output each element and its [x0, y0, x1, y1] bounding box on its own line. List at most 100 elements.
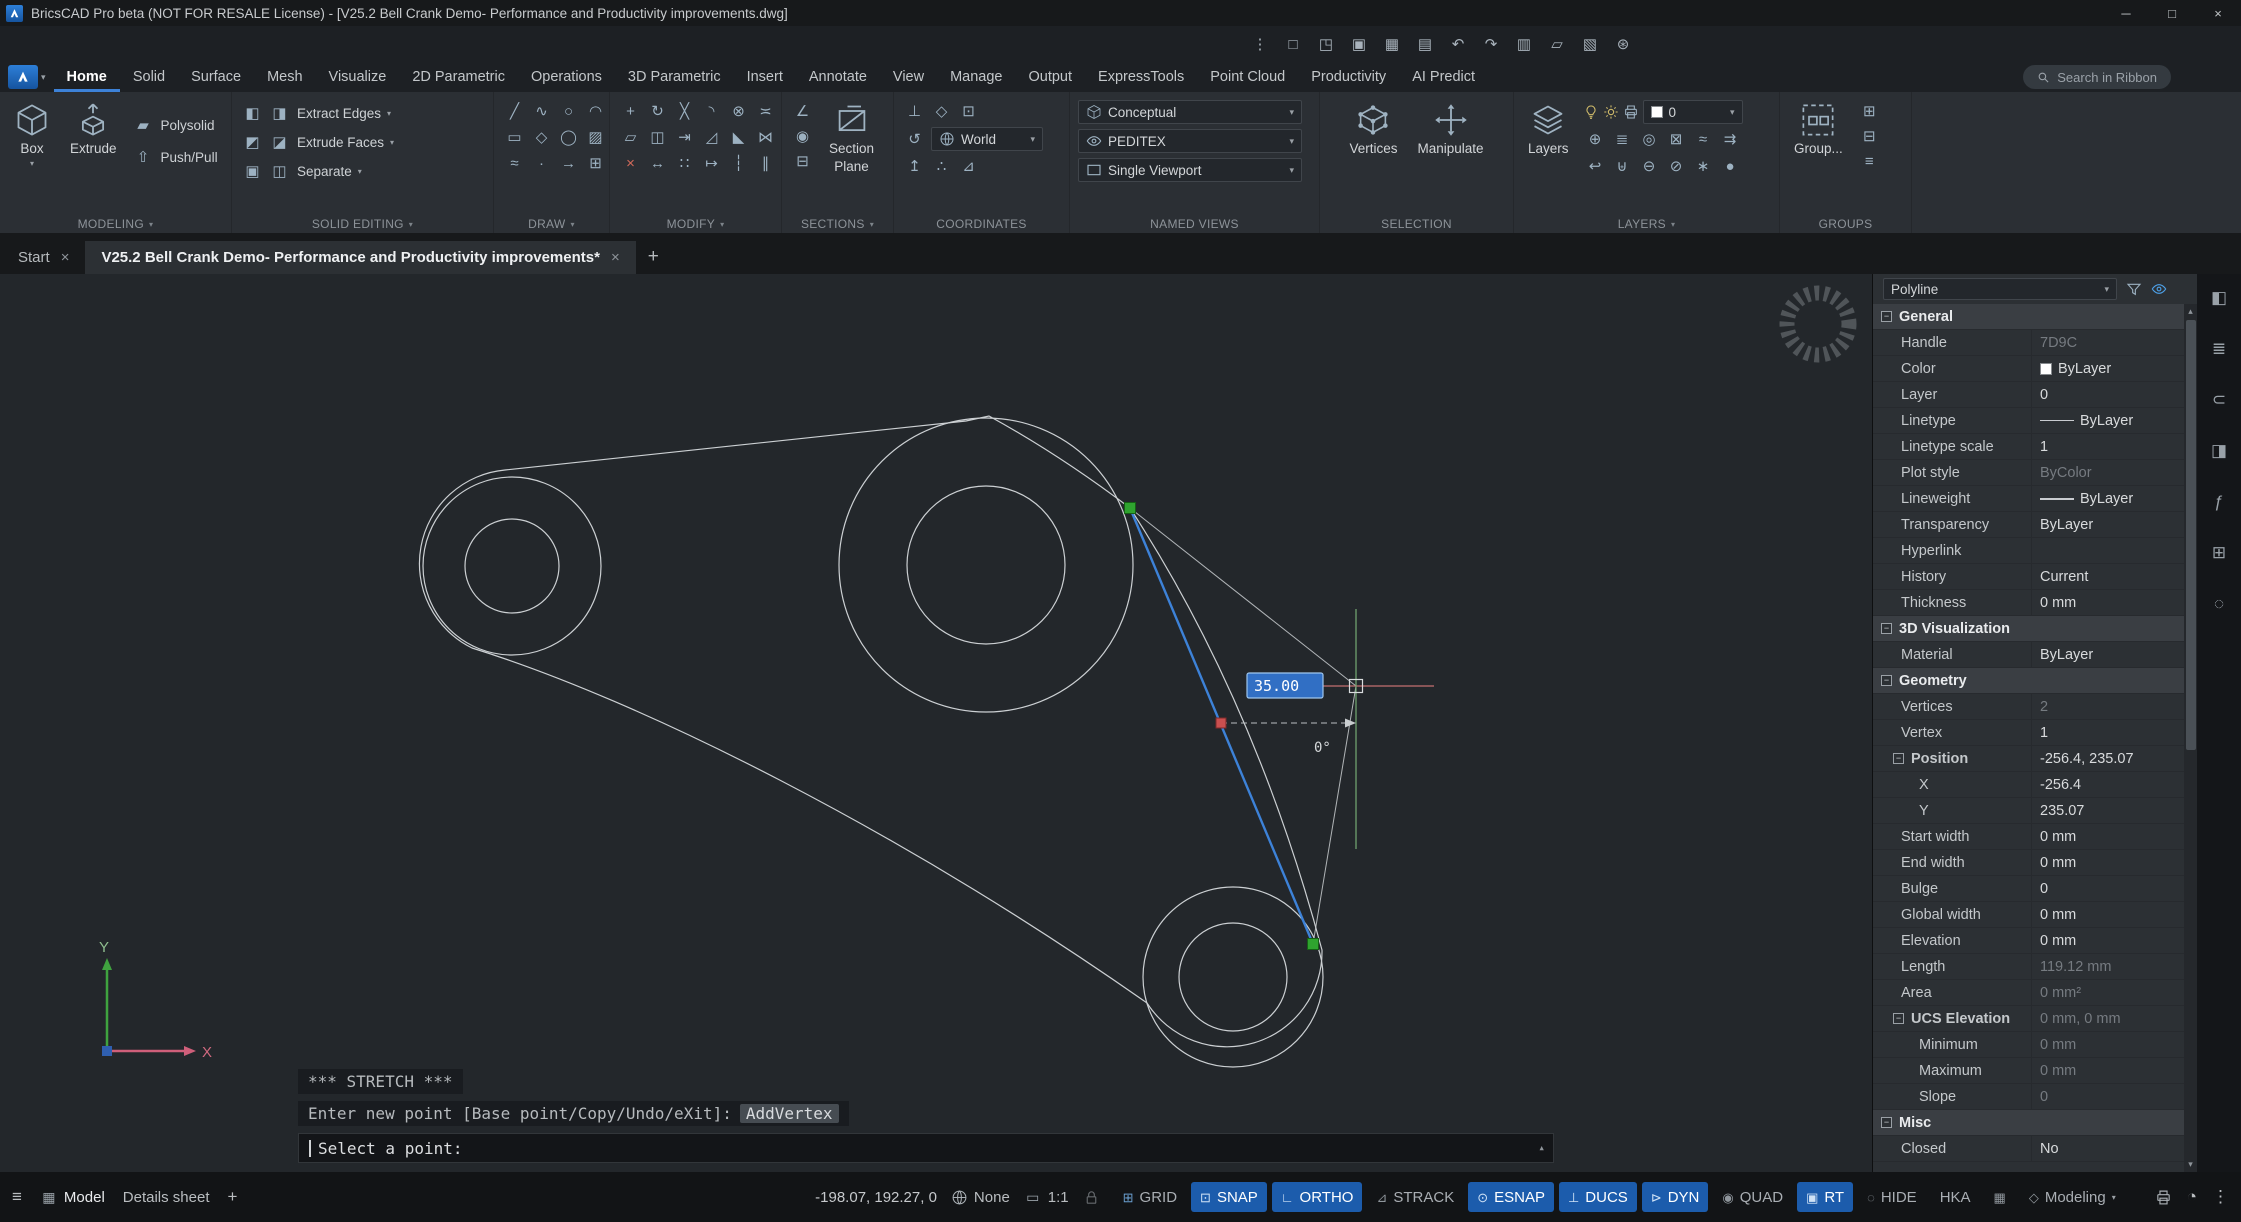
- layer-combo[interactable]: 0 ▾: [1643, 100, 1743, 124]
- tab-insert[interactable]: Insert: [734, 62, 796, 92]
- property-row-ucs-elevation[interactable]: −UCS Elevation0 mm, 0 mm: [1873, 1006, 2184, 1032]
- section-plane-button[interactable]: Section Plane: [823, 100, 880, 176]
- property-row-position[interactable]: −Position-256.4, 235.07: [1873, 746, 2184, 772]
- grip-start[interactable]: [1125, 503, 1136, 514]
- ucs-entity-icon[interactable]: ⊿: [956, 155, 981, 178]
- pushpull-button[interactable]: ⇧Push/Pull: [131, 146, 218, 169]
- ucs-face-icon[interactable]: ◇: [929, 100, 954, 123]
- property-row-y[interactable]: Y235.07: [1873, 798, 2184, 824]
- fields-panel-icon[interactable]: ƒ: [2204, 488, 2234, 514]
- rectangle-icon[interactable]: ▭: [502, 126, 527, 149]
- property-row-end-width[interactable]: End width0 mm: [1873, 850, 2184, 876]
- rotate-icon[interactable]: ↻: [645, 100, 670, 123]
- sun-icon[interactable]: [1603, 104, 1619, 120]
- layer-walk-icon[interactable]: ⇉: [1718, 128, 1743, 151]
- redo-icon[interactable]: ↷: [1481, 34, 1501, 54]
- property-row-material[interactable]: MaterialByLayer: [1873, 642, 2184, 668]
- hatch-icon[interactable]: ▨: [583, 126, 608, 149]
- move-icon[interactable]: +: [618, 100, 643, 123]
- property-row-area[interactable]: Area0 mm²: [1873, 980, 2184, 1006]
- property-section-misc[interactable]: −Misc: [1873, 1110, 2184, 1136]
- ungroup-icon[interactable]: ⊟: [1857, 125, 1882, 148]
- collapse-icon[interactable]: −: [1881, 1117, 1892, 1128]
- offset-icon[interactable]: ≍: [753, 100, 778, 123]
- polysolid-button[interactable]: ▰Polysolid: [131, 114, 218, 137]
- properties-panel-icon[interactable]: ◧: [2204, 284, 2234, 310]
- intersect-icon[interactable]: ◩: [240, 131, 265, 154]
- slice-icon[interactable]: ◪: [267, 131, 292, 154]
- tab-output[interactable]: Output: [1016, 62, 1086, 92]
- trim-icon[interactable]: ╳: [672, 100, 697, 123]
- visual-style-combo[interactable]: Conceptual▾: [1078, 100, 1302, 124]
- align-icon[interactable]: ∥: [753, 152, 778, 175]
- group-label-solid-editing[interactable]: SOLID EDITING▾: [232, 217, 493, 231]
- extrude-faces-button[interactable]: Extrude Faces▾: [297, 135, 394, 150]
- toggle-quad[interactable]: ◉QUAD: [1713, 1182, 1792, 1212]
- layer-off-icon[interactable]: ⊘: [1664, 155, 1689, 178]
- layer-isolate-icon[interactable]: ◎: [1637, 128, 1662, 151]
- close-tab-icon[interactable]: ×: [611, 249, 620, 266]
- table-icon[interactable]: ⊞: [583, 152, 608, 175]
- shell-icon[interactable]: ▣: [240, 160, 265, 183]
- group-label-groups[interactable]: GROUPS: [1780, 217, 1911, 231]
- property-row-color[interactable]: ColorByLayer: [1873, 356, 2184, 382]
- tab-surface[interactable]: Surface: [178, 62, 254, 92]
- tab-ai-predict[interactable]: AI Predict: [1399, 62, 1488, 92]
- arc-icon[interactable]: ◠: [583, 100, 608, 123]
- layer-state-icon[interactable]: ≣: [1610, 128, 1635, 151]
- explode-icon[interactable]: ⊗: [726, 100, 751, 123]
- bell-crank-geometry[interactable]: [419, 416, 1323, 1067]
- tab-productivity[interactable]: Productivity: [1298, 62, 1399, 92]
- attachments-panel-icon[interactable]: ⊂: [2204, 386, 2234, 412]
- break-icon[interactable]: ┆: [726, 152, 751, 175]
- ucs-icon[interactable]: ⊥: [902, 100, 927, 123]
- copy-icon[interactable]: ▱: [1547, 34, 1567, 54]
- tab-point-cloud[interactable]: Point Cloud: [1197, 62, 1298, 92]
- toggle-hide[interactable]: ◌HIDE: [1858, 1182, 1926, 1212]
- layer-freeze-icon[interactable]: ∗: [1691, 155, 1716, 178]
- scroll-up-icon[interactable]: ▴: [2184, 306, 2197, 317]
- group-button[interactable]: Group...: [1788, 100, 1849, 158]
- document-tab-start[interactable]: Start×: [2, 241, 85, 274]
- model-tab[interactable]: ▦Model: [40, 1188, 105, 1206]
- tab-visualize[interactable]: Visualize: [316, 62, 400, 92]
- lock-icon[interactable]: [1083, 1189, 1100, 1206]
- fillet-icon[interactable]: ◝: [699, 100, 724, 123]
- layers-panel-icon[interactable]: ≣: [2204, 335, 2234, 361]
- layers-button[interactable]: Layers: [1522, 100, 1575, 158]
- add-layout-button[interactable]: +: [228, 1187, 238, 1207]
- close-tab-icon[interactable]: ×: [61, 249, 70, 266]
- collapse-icon[interactable]: −: [1893, 753, 1904, 764]
- maximize-button[interactable]: □: [2149, 0, 2195, 26]
- toggle-rt[interactable]: ▣RT: [1797, 1182, 1853, 1212]
- close-button[interactable]: ×: [2195, 0, 2241, 26]
- union-icon[interactable]: ◧: [240, 102, 265, 125]
- property-section-3d-visualization[interactable]: −3D Visualization: [1873, 616, 2184, 642]
- scrollbar-thumb[interactable]: [2186, 320, 2196, 750]
- layer-on-icon[interactable]: ●: [1718, 155, 1743, 178]
- layer-previous-icon[interactable]: ↩: [1583, 155, 1608, 178]
- settings-icon[interactable]: ⊛: [1613, 34, 1633, 54]
- circle-icon[interactable]: ○: [556, 100, 581, 123]
- property-row-layer[interactable]: Layer0: [1873, 382, 2184, 408]
- ucs-view-icon[interactable]: ⊡: [956, 100, 981, 123]
- property-row-vertex[interactable]: Vertex1: [1873, 720, 2184, 746]
- manipulate-button[interactable]: Manipulate: [1411, 100, 1489, 158]
- tab-2d-parametric[interactable]: 2D Parametric: [399, 62, 518, 92]
- tab-3d-parametric[interactable]: 3D Parametric: [615, 62, 734, 92]
- expand-command-history-icon[interactable]: ▴: [1538, 1142, 1545, 1153]
- array-icon[interactable]: ∷: [672, 152, 697, 175]
- property-row-linetype-scale[interactable]: Linetype scale1: [1873, 434, 2184, 460]
- cloud-panel-icon[interactable]: ◌: [2204, 590, 2234, 616]
- kebab-menu-icon[interactable]: ⋮: [2212, 1187, 2229, 1207]
- group-edit-icon[interactable]: ≡: [1857, 150, 1882, 173]
- status-circle-icon[interactable]: ◔: [2187, 1187, 2197, 1207]
- property-row-bulge[interactable]: Bulge0: [1873, 876, 2184, 902]
- toggle-ducs[interactable]: ⊥DUCS: [1559, 1182, 1637, 1212]
- box-button[interactable]: Box ▾: [8, 100, 56, 170]
- tab-operations[interactable]: Operations: [518, 62, 615, 92]
- details-sheet-tab[interactable]: Details sheet: [123, 1189, 210, 1206]
- separate2-icon[interactable]: ◫: [267, 160, 292, 183]
- plot-icon[interactable]: ▥: [1514, 34, 1534, 54]
- open-file-icon[interactable]: ◳: [1316, 34, 1336, 54]
